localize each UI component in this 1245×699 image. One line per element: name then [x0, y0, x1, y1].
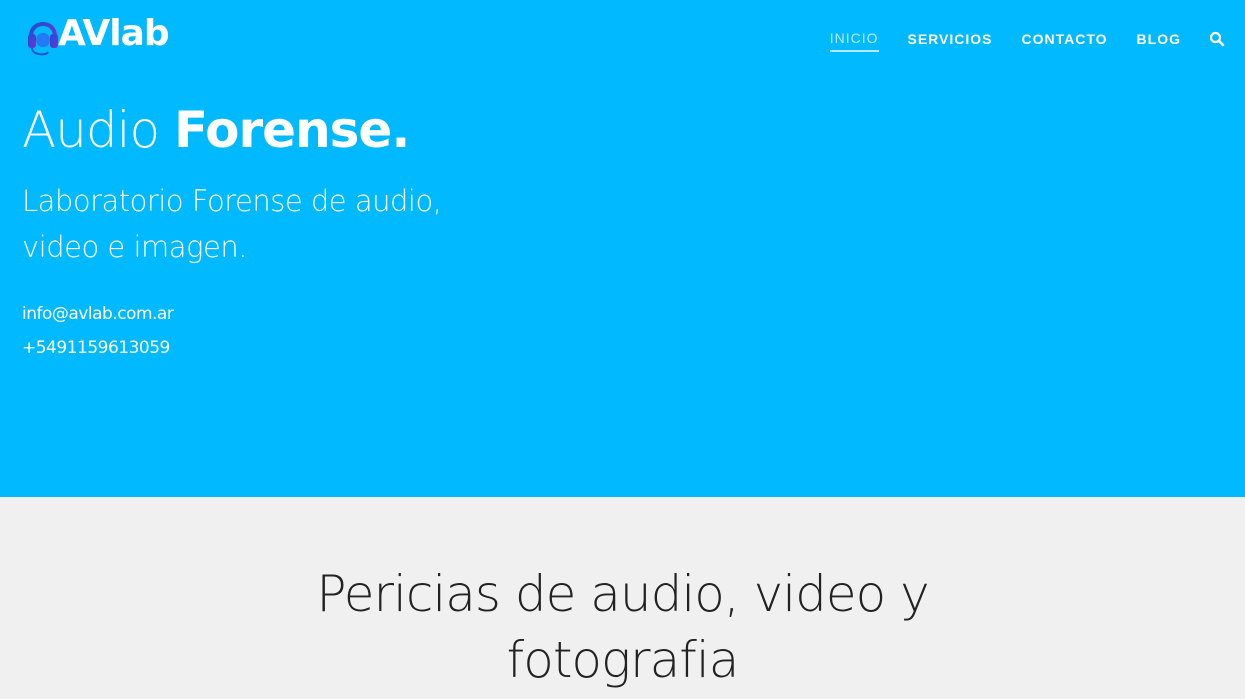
- site-logo[interactable]: AVlab: [26, 10, 170, 58]
- nav-item-servicios[interactable]: SERVICIOS: [908, 31, 993, 51]
- hero-section: AVlab INICIO SERVICIOS CONTACTO BLOG Aud…: [0, 0, 1245, 497]
- main-nav: INICIO SERVICIOS CONTACTO BLOG: [829, 30, 1225, 52]
- headphones-icon: [26, 10, 60, 58]
- search-icon[interactable]: [1209, 31, 1225, 47]
- hero-title-bold: Forense.: [174, 101, 410, 159]
- logo-text: AVlab: [58, 13, 170, 54]
- section-title-line-1: Pericias de audio, video y: [316, 565, 929, 623]
- contact-phone-link[interactable]: +5491159613059: [22, 338, 170, 358]
- contact-email-link[interactable]: info@avlab.com.ar: [22, 304, 174, 324]
- hero-subtitle-line-2: video e imagen.: [22, 230, 247, 264]
- hero-subtitle-line-1: Laboratorio Forense de audio,: [22, 184, 442, 218]
- hero-title-light: Audio: [22, 101, 175, 159]
- section-title-line-2: fotografia: [506, 631, 740, 689]
- nav-item-blog[interactable]: BLOG: [1137, 31, 1181, 51]
- nav-item-contacto[interactable]: CONTACTO: [1022, 31, 1108, 51]
- nav-item-inicio[interactable]: INICIO: [829, 30, 879, 52]
- section-title: Pericias de audio, video y fotografia: [0, 561, 1245, 693]
- hero-title: Audio Forense.: [22, 100, 410, 160]
- services-section: Pericias de audio, video y fotografia: [0, 497, 1245, 699]
- hero-subtitle: Laboratorio Forense de audio, video e im…: [22, 178, 482, 270]
